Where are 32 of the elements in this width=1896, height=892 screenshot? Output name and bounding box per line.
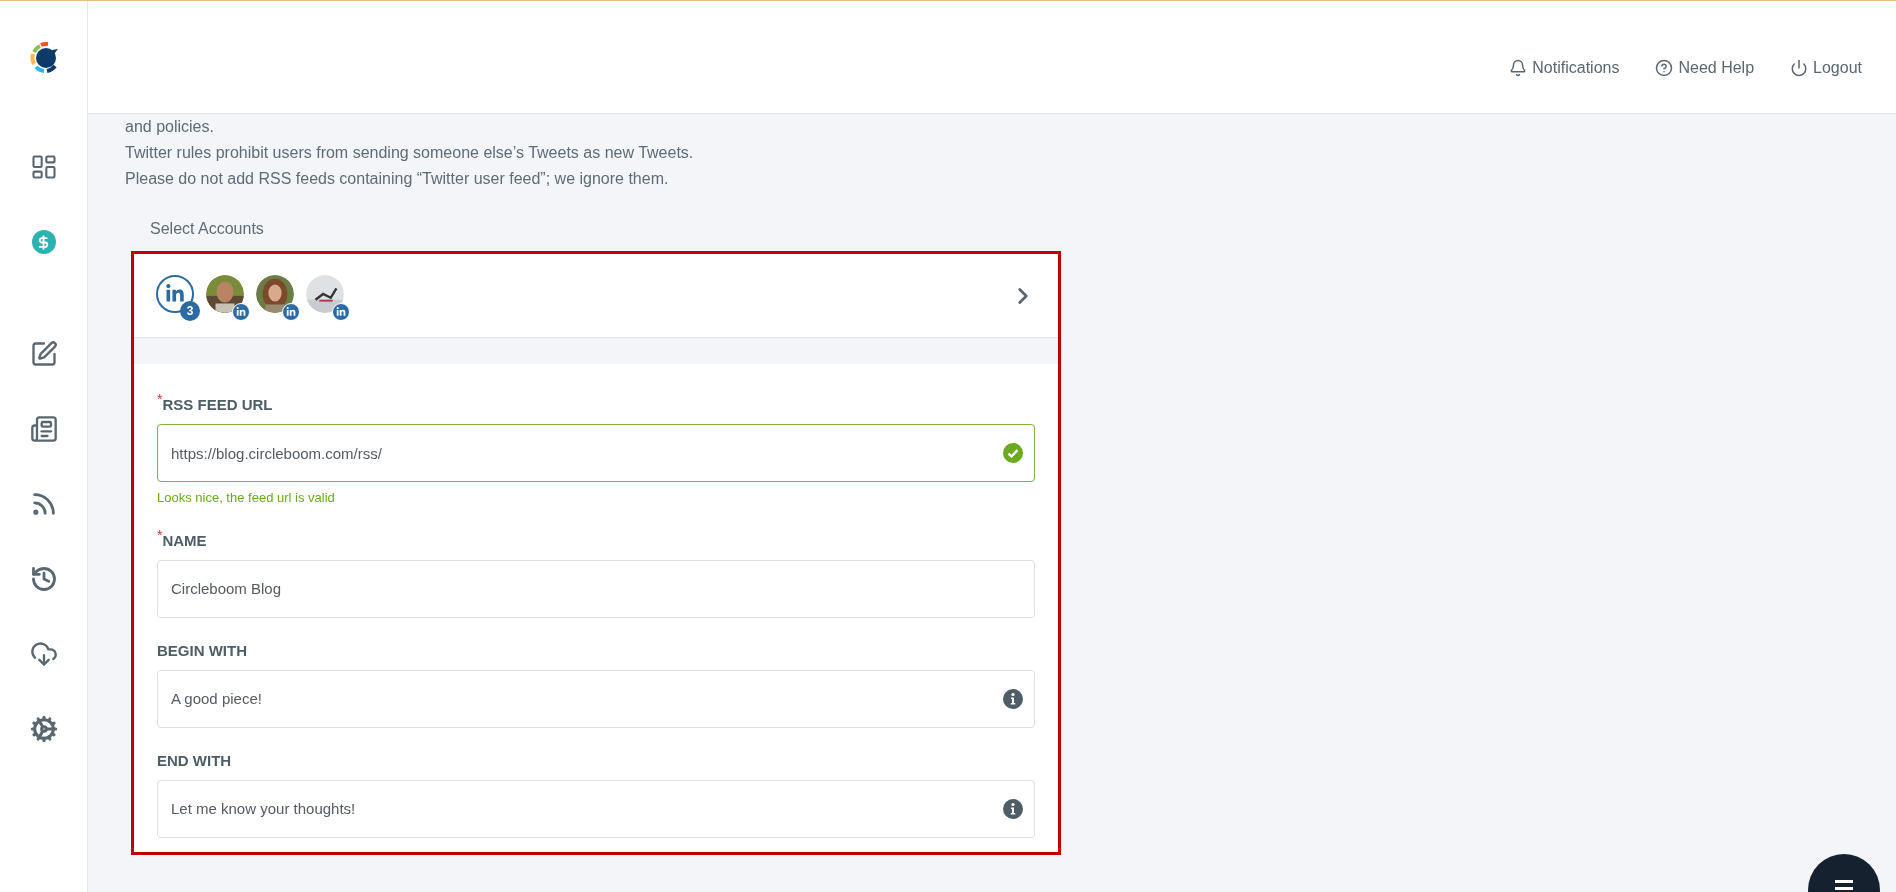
input-field[interactable]: https://blog.circleboom.com/rss/ <box>157 424 1035 482</box>
info-icon[interactable] <box>1003 798 1023 819</box>
input-field[interactable]: Circleboom Blog <box>157 559 1035 618</box>
power-icon <box>1790 59 1809 77</box>
input-field[interactable]: A good piece! <box>157 669 1035 728</box>
help-icon <box>1655 59 1674 77</box>
header-link[interactable]: Notifications <box>1509 56 1620 80</box>
settings-icon[interactable] <box>28 714 59 744</box>
validation-message: Looks nice, the feed url is valid <box>157 489 336 507</box>
info-icon[interactable] <box>1003 688 1023 709</box>
section-title: Select Accounts <box>150 219 265 239</box>
cloud-download-icon[interactable] <box>28 639 59 669</box>
notice-text: and policies. <box>125 117 215 137</box>
check-icon <box>1003 443 1023 463</box>
notice-text: Twitter rules prohibit users from sending someone else’s Tweets as new Tweets. <box>125 143 695 163</box>
linkedin-icon <box>332 302 350 321</box>
account-count-badge: 3 <box>180 300 200 321</box>
header-link[interactable]: Need Help <box>1655 56 1755 80</box>
input-field[interactable]: Let me know your thoughts! <box>157 779 1035 838</box>
header-link[interactable]: Logout <box>1790 56 1862 80</box>
required-mark: * <box>157 392 163 406</box>
linkedin-icon <box>282 302 300 321</box>
field-label: BEGIN WITH <box>157 640 247 661</box>
notice-text: Please do not add RSS feeds containing “Twitter user feed”; we ignore them. <box>125 169 670 189</box>
linkedin-icon <box>232 302 250 321</box>
required-mark: * <box>157 527 163 542</box>
newspaper-icon[interactable] <box>28 414 59 444</box>
field-label: RSS FEED URL <box>162 396 273 415</box>
field-label: NAME <box>162 531 207 551</box>
field-label: END WITH <box>157 750 232 771</box>
bell-icon <box>1509 59 1528 77</box>
menu-icon <box>1835 880 1853 892</box>
